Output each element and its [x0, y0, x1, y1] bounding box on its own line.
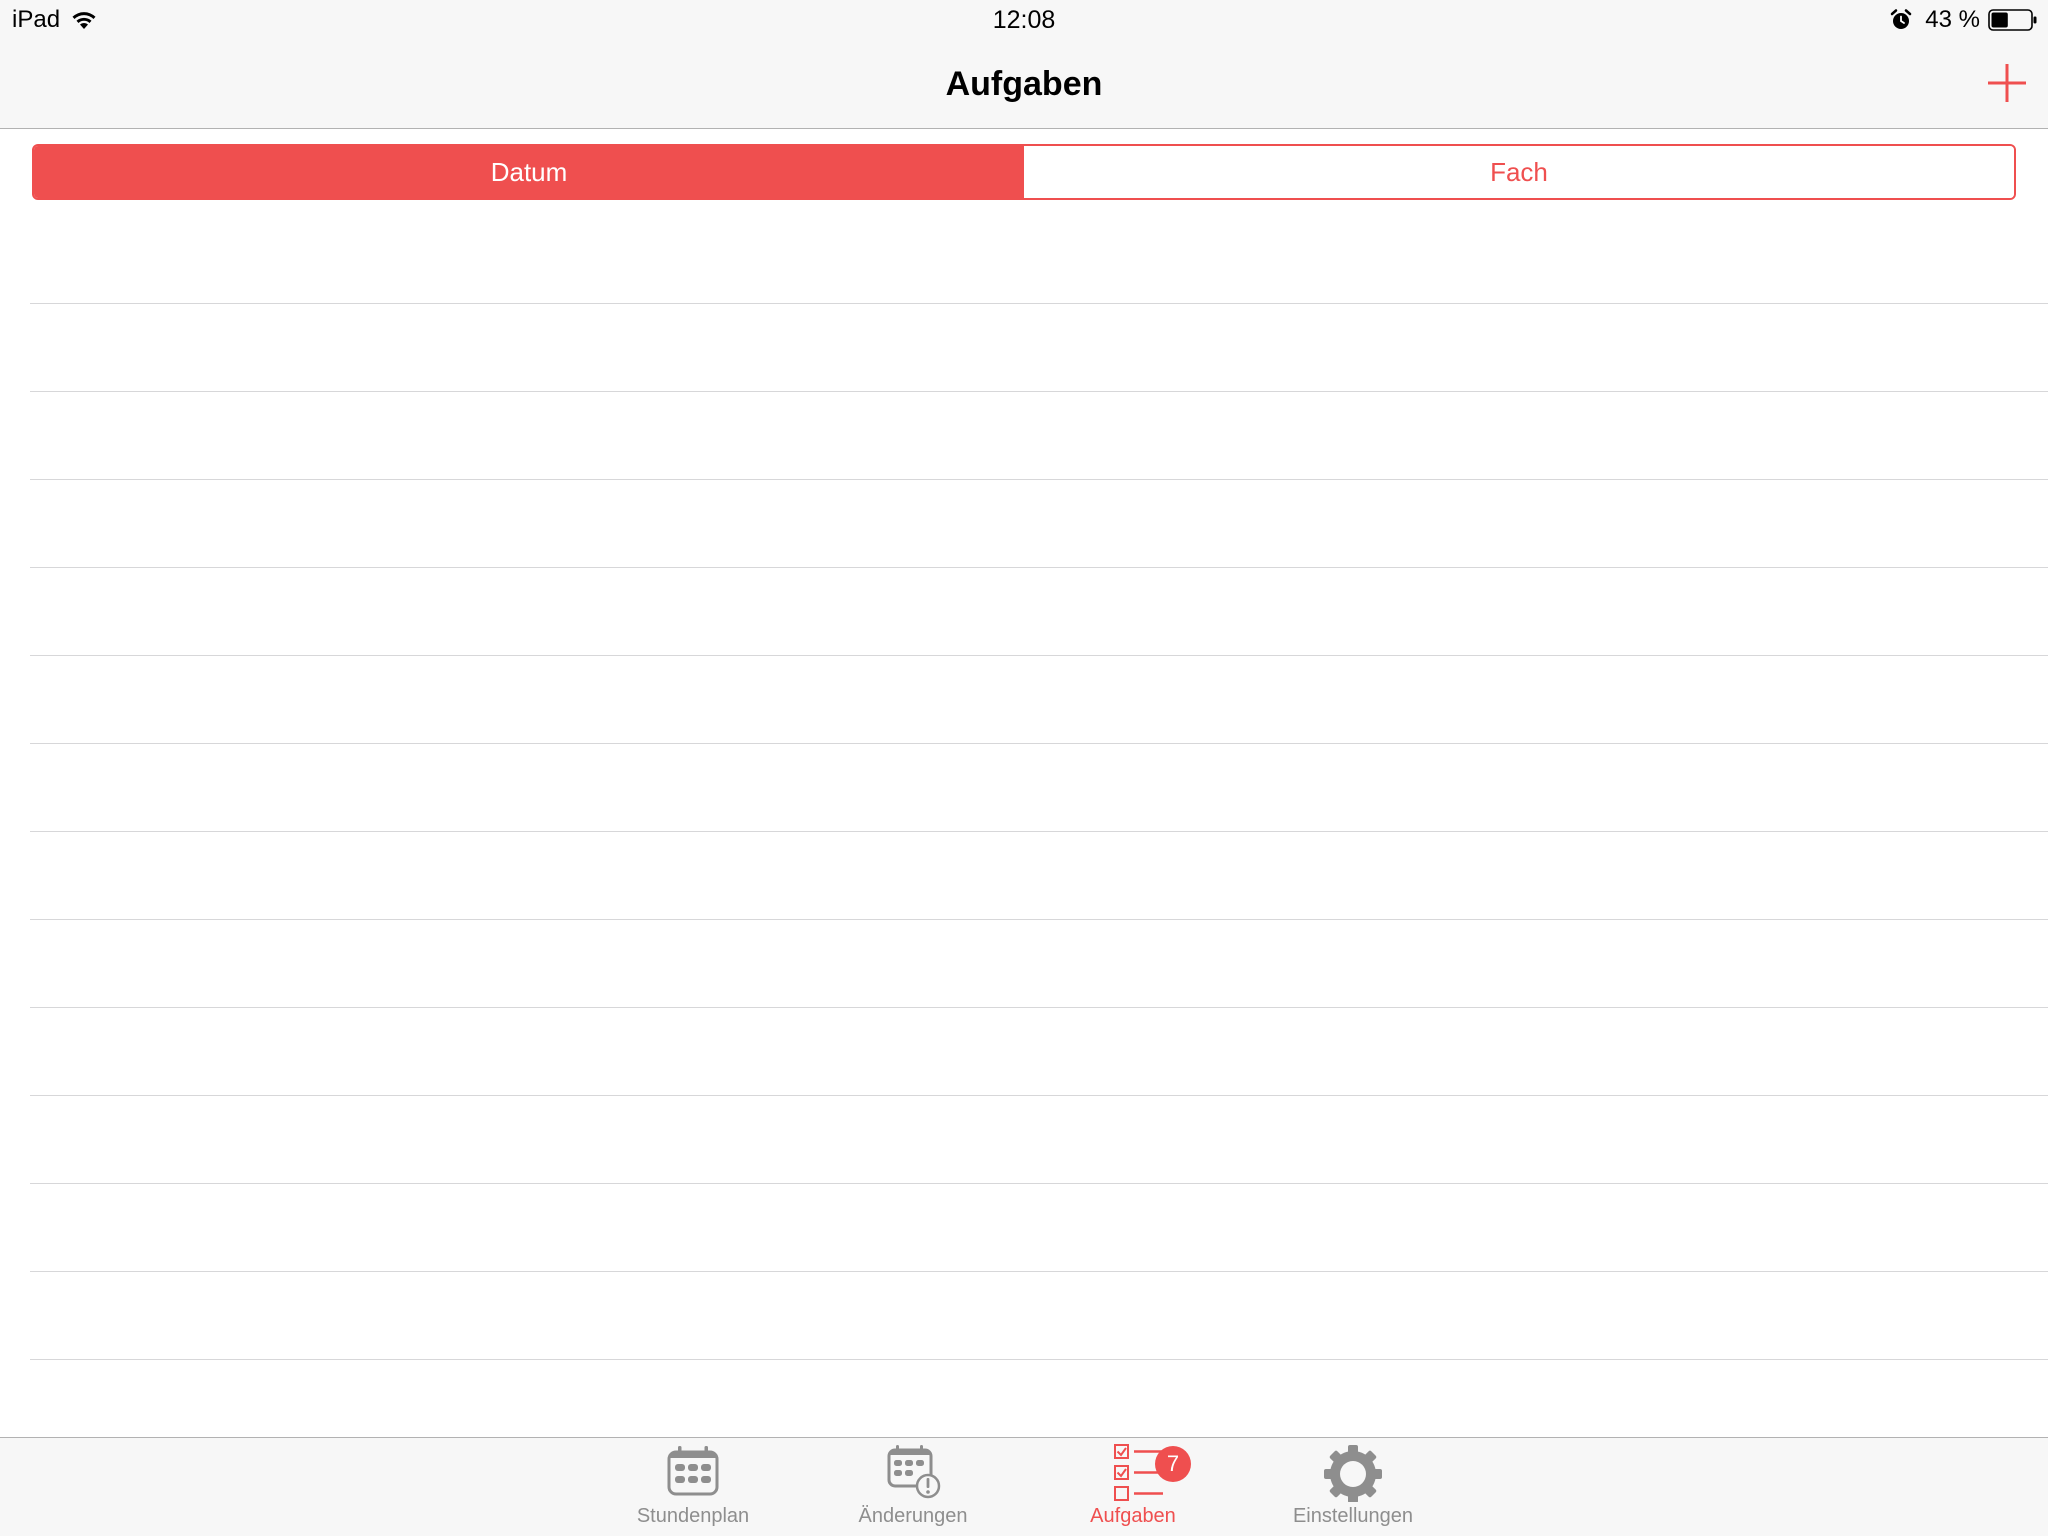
status-right: 43 % [1889, 6, 2038, 34]
empty-row [30, 1008, 2048, 1096]
tab-aenderungen[interactable]: Änderungen [823, 1438, 1003, 1536]
segment-datum[interactable]: Datum [34, 146, 1024, 198]
tab-einstellungen[interactable]: Einstellungen [1263, 1438, 1443, 1536]
add-task-button[interactable] [1984, 60, 2030, 106]
segment-datum-label: Datum [490, 156, 568, 187]
empty-row [30, 216, 2048, 304]
tab-aufgaben[interactable]: 7 Aufgaben [1043, 1438, 1223, 1536]
tab-einstellungen-label: Einstellungen [1292, 1505, 1414, 1527]
plus-icon [1988, 64, 2026, 102]
battery-icon [1988, 9, 2037, 31]
empty-row [30, 568, 2048, 656]
empty-row [30, 1184, 2048, 1272]
page-title: Aufgaben [945, 65, 1103, 103]
empty-row [30, 1096, 2048, 1184]
status-time: 12:08 [992, 6, 1056, 34]
calendar-alert-icon [887, 1445, 941, 1499]
empty-row [30, 656, 2048, 744]
battery-percentage: 43 % [1925, 6, 1980, 33]
navigation-bar: Aufgaben [0, 40, 2048, 129]
calendar-grid-icon [667, 1446, 719, 1496]
task-list[interactable] [0, 216, 2048, 1360]
alarm-clock-icon [1891, 9, 1912, 29]
tab-stundenplan-label: Stundenplan [636, 1505, 750, 1527]
status-bar: iPad 12:08 43 % [0, 0, 2048, 40]
tab-aufgaben-label: Aufgaben [1090, 1505, 1176, 1527]
checklist-icon [1114, 1444, 1163, 1501]
empty-row [30, 304, 2048, 392]
empty-row [30, 744, 2048, 832]
empty-row [30, 832, 2048, 920]
empty-row [30, 1272, 2048, 1360]
sort-segmented-control: Datum Fach [32, 144, 2016, 200]
empty-row [30, 920, 2048, 1008]
segment-fach[interactable]: Fach [1024, 146, 2014, 198]
empty-row [30, 392, 2048, 480]
tab-aenderungen-label: Änderungen [858, 1505, 968, 1527]
empty-row [30, 480, 2048, 568]
tab-stundenplan[interactable]: Stundenplan [603, 1438, 783, 1536]
task-count-badge: 7 [1155, 1446, 1191, 1482]
gear-icon [1324, 1445, 1382, 1502]
tab-bar: Stundenplan Änderungen 7 Aufgaben Einste… [0, 1437, 2048, 1536]
segment-fach-label: Fach [1490, 156, 1548, 187]
